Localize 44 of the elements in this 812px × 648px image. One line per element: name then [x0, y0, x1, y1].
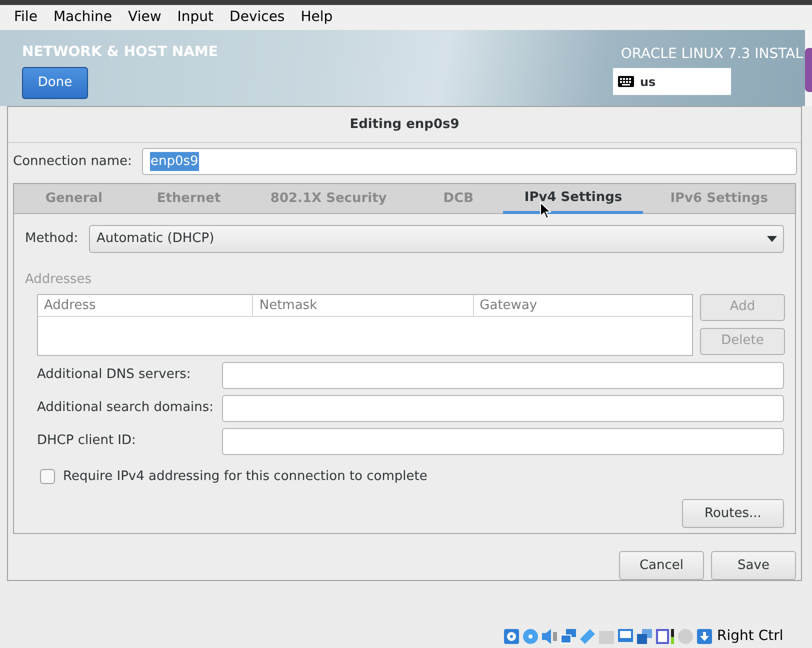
checkbox-label: Require IPv4 addressing for this connection to complete [63, 468, 428, 486]
text-field[interactable] [222, 362, 784, 388]
display-icon[interactable] [617, 628, 634, 645]
network-icon[interactable] [560, 628, 577, 645]
menu-item[interactable]: View [120, 7, 170, 28]
menu-item[interactable]: Help [292, 7, 341, 28]
checkbox[interactable] [40, 468, 55, 484]
mouse-pointer-icon [540, 202, 551, 219]
field-label: Connection name: [13, 152, 133, 171]
field-label: Additional search domains: [37, 399, 215, 418]
done-button[interactable]: Done [22, 67, 88, 99]
cancel-button[interactable]: Cancel [619, 551, 704, 580]
text-field[interactable] [222, 428, 784, 454]
keyboard-layout-field[interactable]: us [613, 68, 731, 95]
menu-item[interactable]: Machine [45, 7, 120, 28]
field-label: DHCP client ID: [37, 432, 137, 450]
section-heading: Addresses [25, 271, 92, 289]
windows-icon[interactable] [636, 628, 653, 645]
tab[interactable]: IPv6 Settings [643, 184, 795, 214]
menu-item[interactable]: Devices [222, 7, 293, 28]
text-field[interactable] [222, 394, 784, 422]
connection-name-field[interactable]: enp0s9 [142, 148, 797, 175]
caret-icon [766, 236, 776, 242]
field-label: Additional DNS servers: [37, 366, 192, 384]
tab[interactable]: 802.1X Security [244, 184, 414, 214]
method-dropdown[interactable]: Automatic (DHCP) [89, 225, 784, 253]
keyboard-icon [618, 76, 634, 87]
dialog-title: Editing enp0s9 [350, 116, 460, 134]
tab[interactable]: DCB [413, 184, 504, 214]
menu-item[interactable]: File [6, 7, 46, 28]
field-label: Method: [25, 230, 80, 248]
optical-disc-icon[interactable] [522, 628, 539, 645]
screen-title: NETWORK & HOST NAME [22, 43, 218, 62]
selected-text: enp0s9 [150, 152, 200, 172]
tab[interactable]: General [14, 184, 134, 214]
routes-button[interactable]: Routes... [682, 499, 784, 528]
speaker-icon[interactable] [541, 628, 558, 645]
cpu-indicator-icon[interactable] [655, 628, 675, 645]
download-icon[interactable] [696, 628, 713, 645]
tab[interactable]: Ethernet [134, 184, 244, 214]
menu-item[interactable]: Input [169, 7, 222, 28]
product-title: ORACLE LINUX 7.3 INSTAL [620, 45, 803, 64]
save-button[interactable]: Save [711, 551, 796, 580]
host-key-label: Right Ctrl [717, 627, 784, 646]
